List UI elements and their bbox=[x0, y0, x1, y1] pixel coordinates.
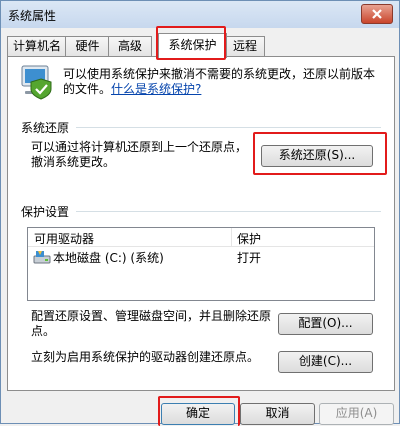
what-is-system-protection-link[interactable]: 什么是系统保护? bbox=[111, 82, 201, 96]
system-properties-window: 系统属性 计算机名 硬件 高级 系统保护 远程 可以使用系统保护来撤消不需要的系… bbox=[0, 0, 400, 426]
close-button[interactable] bbox=[361, 4, 393, 24]
cancel-button[interactable]: 取消 bbox=[240, 403, 315, 425]
configure-description: 配置还原设置、管理磁盘空间，并且删除还原点。 bbox=[31, 309, 272, 338]
tab-advanced[interactable]: 高级 bbox=[108, 36, 152, 57]
create-button[interactable]: 创建(C)... bbox=[278, 351, 373, 373]
configure-button[interactable]: 配置(O)... bbox=[278, 313, 373, 335]
tab-computer-name[interactable]: 计算机名 bbox=[7, 36, 67, 57]
tab-panel bbox=[7, 56, 395, 391]
apply-button[interactable]: 应用(A) bbox=[319, 403, 394, 425]
computer-shield-icon bbox=[21, 65, 52, 100]
column-protection[interactable]: 保护 bbox=[237, 230, 261, 247]
tab-remote[interactable]: 远程 bbox=[225, 36, 265, 57]
protection-separator bbox=[76, 211, 381, 212]
drive-name: 本地磁盘 (C:) (系统) bbox=[53, 251, 164, 265]
drive-row[interactable]: 本地磁盘 (C:) (系统) 打开 bbox=[28, 247, 374, 267]
intro-text: 可以使用系统保护来撤消不需要的系统更改，还原以前版本的文件。什么是系统保护? bbox=[63, 67, 381, 97]
local-disk-icon bbox=[33, 251, 51, 264]
column-available-drives[interactable]: 可用驱动器 bbox=[34, 230, 94, 247]
protection-group-title: 保护设置 bbox=[21, 205, 70, 219]
title-bar[interactable]: 系统属性 bbox=[1, 1, 399, 28]
system-restore-button[interactable]: 系统还原(S)... bbox=[261, 145, 373, 167]
drive-protection-status: 打开 bbox=[237, 251, 262, 265]
window-title: 系统属性 bbox=[8, 9, 57, 23]
drives-list-header: 可用驱动器 保护 bbox=[28, 228, 374, 247]
restore-description: 可以通过将计算机还原到上一个还原点，撤消系统更改。 bbox=[31, 140, 248, 169]
close-icon bbox=[372, 9, 382, 19]
tab-system-protection[interactable]: 系统保护 bbox=[158, 33, 227, 58]
ok-button[interactable]: 确定 bbox=[161, 403, 235, 425]
intro-description: 可以使用系统保护来撤消不需要的系统更改，还原以前版本的文件。 bbox=[63, 67, 376, 96]
restore-separator bbox=[76, 127, 381, 128]
tab-hardware[interactable]: 硬件 bbox=[65, 36, 110, 57]
column-divider[interactable] bbox=[231, 228, 232, 246]
restore-group-title: 系统还原 bbox=[21, 121, 70, 135]
drives-list[interactable]: 可用驱动器 保护 本地磁盘 (C:) (系统) 打开 bbox=[27, 227, 375, 301]
create-description: 立刻为启用系统保护的驱动器创建还原点。 bbox=[31, 350, 260, 364]
